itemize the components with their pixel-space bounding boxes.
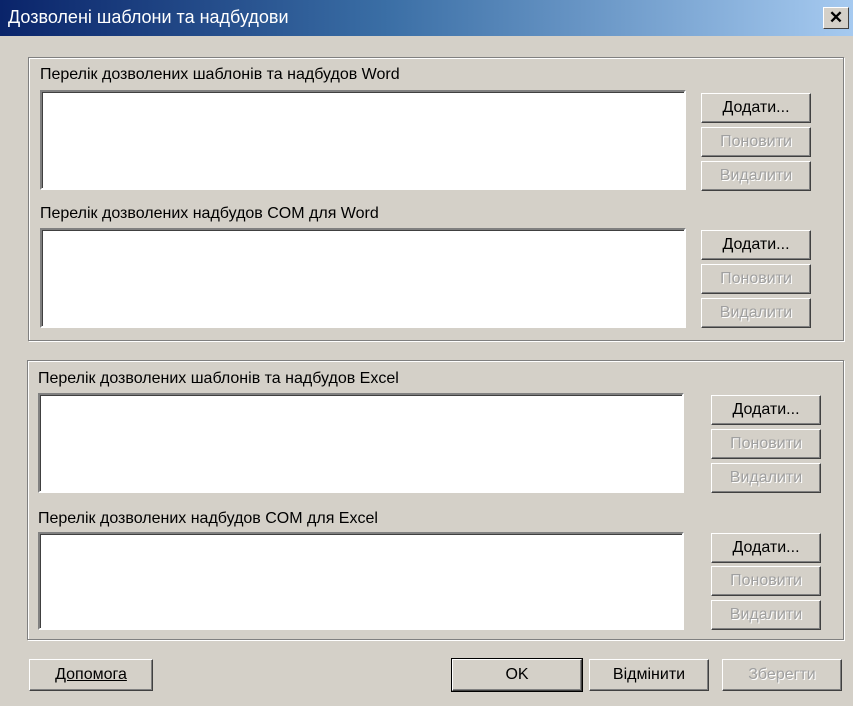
- excel-templates-update-button[interactable]: Поновити: [711, 429, 821, 459]
- button-label: Допомога: [55, 666, 127, 683]
- word-com-update-button[interactable]: Поновити: [701, 264, 811, 294]
- word-com-list[interactable]: [40, 228, 686, 328]
- word-templates-list[interactable]: [40, 90, 686, 190]
- ok-button[interactable]: OK: [451, 658, 583, 692]
- button-label: Видалити: [719, 167, 793, 184]
- button-label: Додати...: [722, 99, 790, 116]
- close-icon: ✕: [828, 8, 844, 27]
- button-label: Поновити: [730, 572, 802, 589]
- help-button[interactable]: Допомога: [29, 659, 153, 691]
- close-button[interactable]: ✕: [823, 7, 849, 29]
- button-label: OK: [505, 666, 529, 683]
- excel-templates-list[interactable]: [38, 393, 684, 493]
- button-label: Поновити: [720, 133, 792, 150]
- word-com-add-button[interactable]: Додати...: [701, 230, 811, 260]
- button-label: Поновити: [720, 270, 792, 287]
- window-title: Дозволені шаблони та надбудови: [8, 7, 289, 27]
- word-com-remove-button[interactable]: Видалити: [701, 298, 811, 328]
- excel-com-remove-button[interactable]: Видалити: [711, 600, 821, 630]
- excel-templates-add-button[interactable]: Додати...: [711, 395, 821, 425]
- excel-com-list[interactable]: [38, 532, 684, 630]
- word-templates-remove-button[interactable]: Видалити: [701, 161, 811, 191]
- title-bar: Дозволені шаблони та надбудови ✕: [0, 0, 853, 36]
- word-templates-label: Перелік дозволених шаблонів та надбудов …: [40, 66, 400, 83]
- button-label: Додати...: [732, 539, 800, 556]
- button-label: Поновити: [730, 435, 802, 452]
- excel-com-add-button[interactable]: Додати...: [711, 533, 821, 563]
- button-label: Додати...: [722, 236, 790, 253]
- excel-com-label: Перелік дозволених надбудов COM для Exce…: [38, 510, 378, 527]
- excel-templates-label: Перелік дозволених шаблонів та надбудов …: [38, 370, 399, 387]
- excel-com-update-button[interactable]: Поновити: [711, 566, 821, 596]
- excel-templates-remove-button[interactable]: Видалити: [711, 463, 821, 493]
- word-templates-update-button[interactable]: Поновити: [701, 127, 811, 157]
- button-label: Відмінити: [612, 666, 686, 683]
- button-label: Зберегти: [748, 666, 816, 683]
- save-button[interactable]: Зберегти: [722, 659, 842, 691]
- button-label: Додати...: [732, 401, 800, 418]
- word-com-label: Перелік дозволених надбудов COM для Word: [40, 205, 379, 222]
- button-label: Видалити: [719, 304, 793, 321]
- word-templates-add-button[interactable]: Додати...: [701, 93, 811, 123]
- cancel-button[interactable]: Відмінити: [589, 659, 709, 691]
- button-label: Видалити: [729, 469, 803, 486]
- button-label: Видалити: [729, 606, 803, 623]
